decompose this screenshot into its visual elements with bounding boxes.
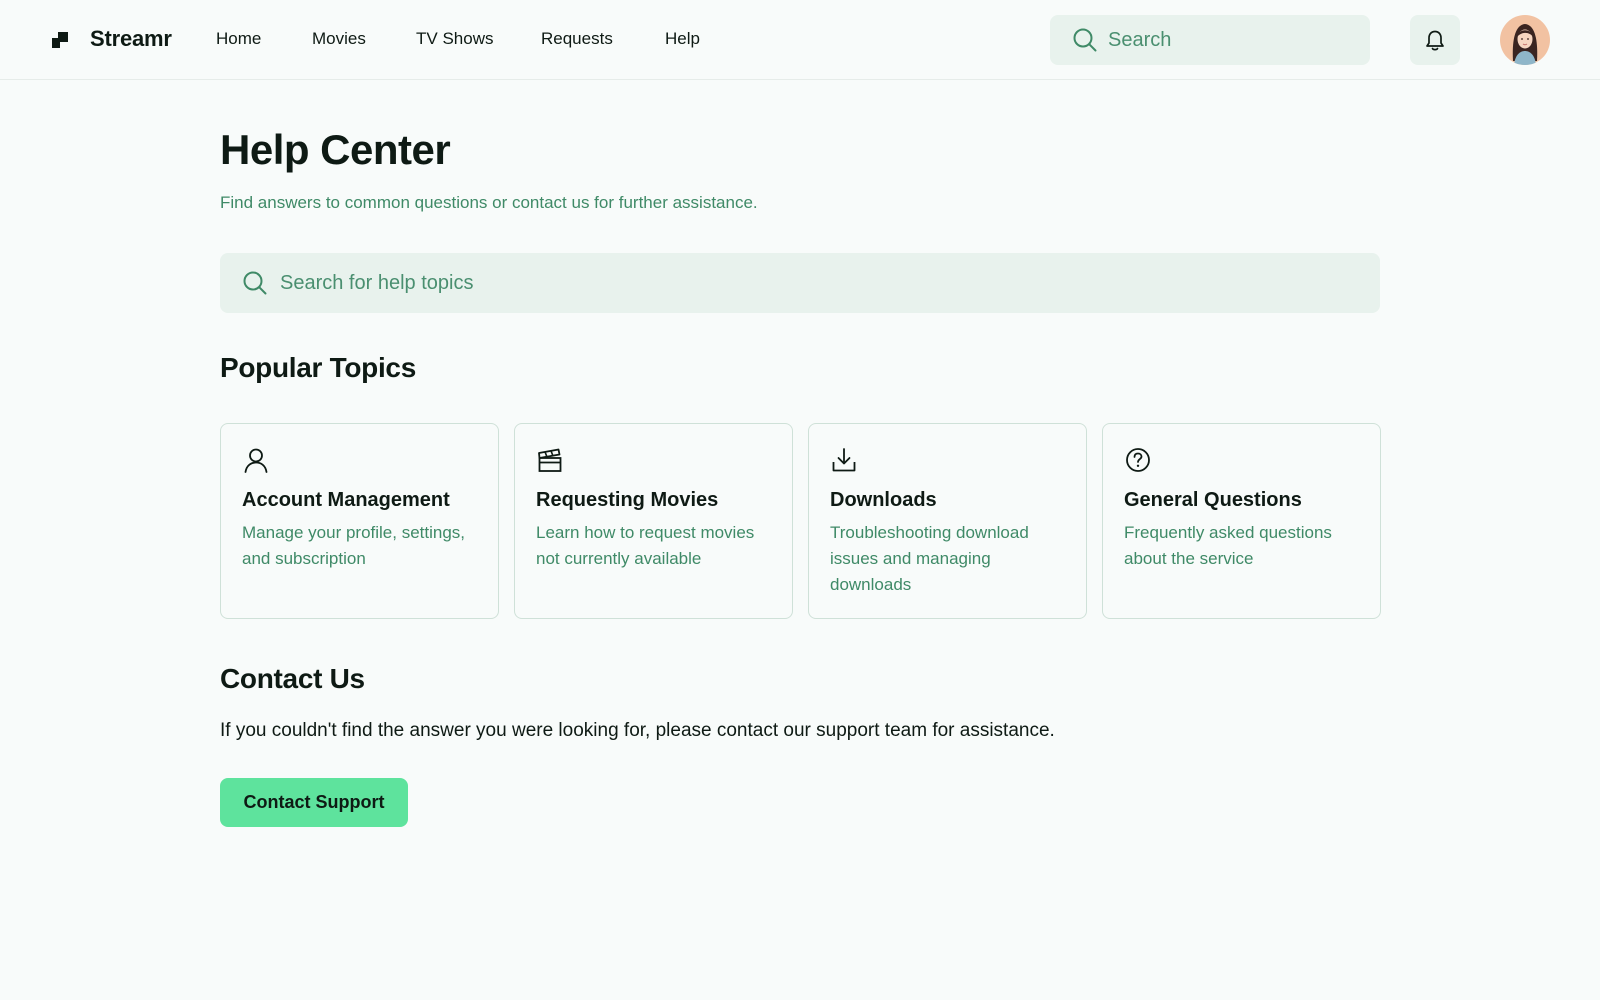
help-search-bar xyxy=(220,253,1380,313)
avatar-image xyxy=(1500,15,1550,65)
nav-link-home[interactable]: Home xyxy=(216,29,261,49)
contact-us-heading: Contact Us xyxy=(220,663,365,694)
topic-card-requesting-movies[interactable]: Requesting Movies Learn how to request m… xyxy=(514,423,793,619)
question-circle-icon xyxy=(1126,448,1150,472)
clapperboard-icon xyxy=(538,448,562,472)
topic-title: Account Management xyxy=(242,489,450,511)
topic-title: Downloads xyxy=(830,489,937,511)
streamr-logo-icon[interactable] xyxy=(52,32,68,48)
app-name[interactable]: Streamr xyxy=(90,26,172,52)
topic-description: Learn how to request movies not currentl… xyxy=(536,523,755,568)
nav-link-tv-shows[interactable]: TV Shows xyxy=(416,29,493,49)
topic-card-downloads[interactable]: Downloads Troubleshooting download issue… xyxy=(808,423,1087,619)
contact-description: If you couldn't find the answer you were… xyxy=(220,720,1055,741)
download-icon xyxy=(832,448,856,472)
topic-card-general-questions[interactable]: General Questions Frequently asked quest… xyxy=(1102,423,1381,619)
global-search-input[interactable] xyxy=(1108,15,1358,65)
notifications-button[interactable] xyxy=(1410,15,1460,65)
global-search xyxy=(1050,15,1370,65)
nav-link-help[interactable]: Help xyxy=(665,29,700,49)
topic-title: General Questions xyxy=(1124,489,1302,511)
page-title: Help Center xyxy=(220,126,451,173)
topic-title: Requesting Movies xyxy=(536,489,719,511)
topic-card-account-management[interactable]: Account Management Manage your profile, … xyxy=(220,423,499,619)
search-icon xyxy=(243,271,267,295)
page-subtitle: Find answers to common questions or cont… xyxy=(220,193,758,212)
user-icon xyxy=(244,448,268,473)
topic-description: Frequently asked questions about the ser… xyxy=(1124,523,1332,568)
nav-link-movies[interactable]: Movies xyxy=(312,29,366,49)
help-search-input[interactable] xyxy=(280,253,1360,313)
bell-icon xyxy=(1426,30,1444,51)
topic-description: Troubleshooting download issues and mana… xyxy=(830,523,1029,594)
user-avatar[interactable] xyxy=(1500,15,1550,65)
top-navigation-bar: Streamr Home Movies TV Shows Requests He… xyxy=(0,0,1600,80)
popular-topics-heading: Popular Topics xyxy=(220,352,416,383)
nav-link-requests[interactable]: Requests xyxy=(541,29,613,49)
search-icon xyxy=(1073,28,1097,52)
topic-description: Manage your profile, settings, and subsc… xyxy=(242,523,466,568)
contact-support-button[interactable]: Contact Support xyxy=(220,778,408,827)
